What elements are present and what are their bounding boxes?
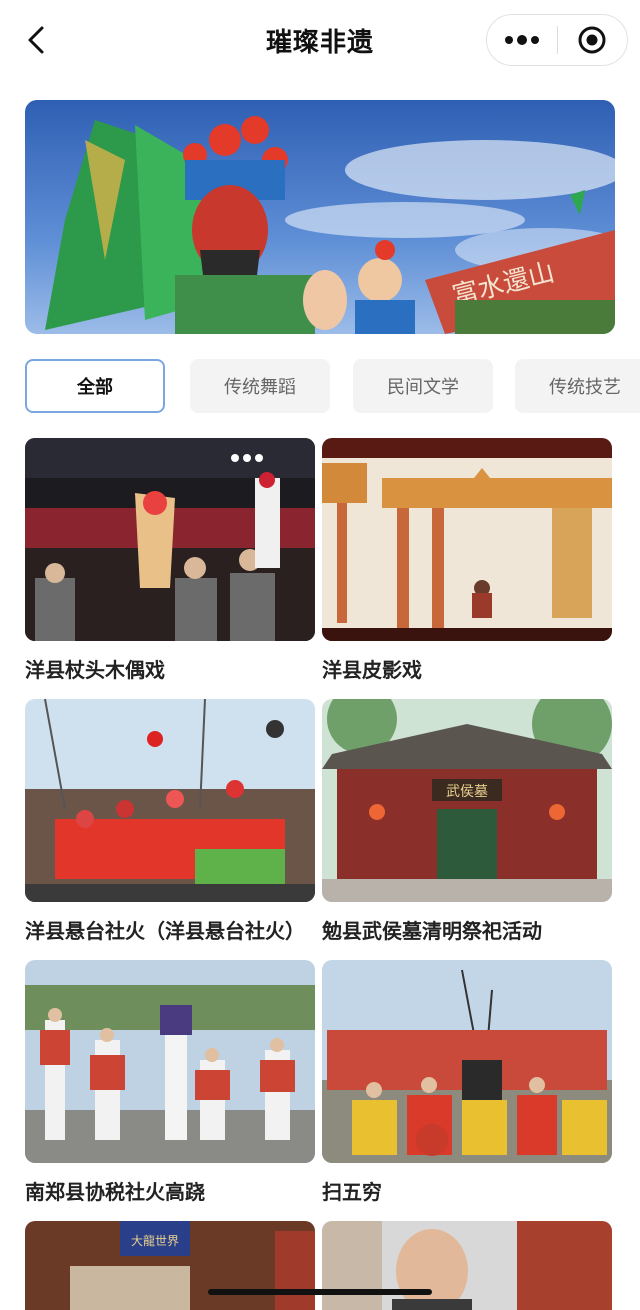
tab-folk-literature[interactable]: 民间文学 [353,359,493,413]
item-thumbnail: 大龍世界 [25,1221,315,1310]
item-title: 洋县杖头木偶戏 [25,658,165,682]
item-title: 南郑县协税社火高跷 [25,1180,205,1204]
item-title: 洋县皮影戏 [322,658,422,682]
item-thumbnail [322,960,612,1163]
list-item[interactable]: 洋县悬台社火（洋县悬台社火） [25,699,315,944]
tab-all[interactable]: 全部 [25,359,165,413]
list-item[interactable] [322,1221,612,1310]
list-item[interactable]: 大龍世界 [25,1221,315,1310]
item-title: 洋县悬台社火（洋县悬台社火） [25,919,305,943]
list-item[interactable]: 南郑县协税社火高跷 [25,960,315,1205]
item-title: 扫五穷 [322,1180,382,1204]
gate-plaque-text: 武侯墓 [446,784,488,800]
category-tabs: 全部 传统舞蹈 民间文学 传统技艺 [25,359,640,413]
list-item[interactable]: 扫五穷 [322,960,612,1205]
nav-header: 璀璨非遗 [0,0,640,80]
home-indicator [208,1289,432,1295]
item-thumbnail [322,438,612,641]
item-title: 勉县武侯墓清明祭祀活动 [322,919,542,943]
list-item[interactable]: 洋县杖头木偶戏 [25,438,315,683]
close-button[interactable] [558,15,628,65]
mini-program-capsule [486,14,628,66]
item-thumbnail [25,699,315,902]
item-thumbnail [25,960,315,1163]
banner-image[interactable]: 富水還山 [25,100,615,334]
target-circle-icon [578,26,606,54]
tab-traditional-craft[interactable]: 传统技艺 [515,359,640,413]
list-item[interactable]: 武侯墓 勉县武侯墓清明祭祀活动 [322,699,612,944]
item-thumbnail [25,438,315,641]
more-button[interactable] [487,15,557,65]
poster-plaque-text: 大龍世界 [131,1233,179,1248]
more-dots-icon [504,35,539,45]
item-thumbnail [322,1221,612,1310]
item-thumbnail: 武侯墓 [322,699,612,902]
tab-traditional-dance[interactable]: 传统舞蹈 [190,359,330,413]
list-item[interactable]: 洋县皮影戏 [322,438,612,683]
